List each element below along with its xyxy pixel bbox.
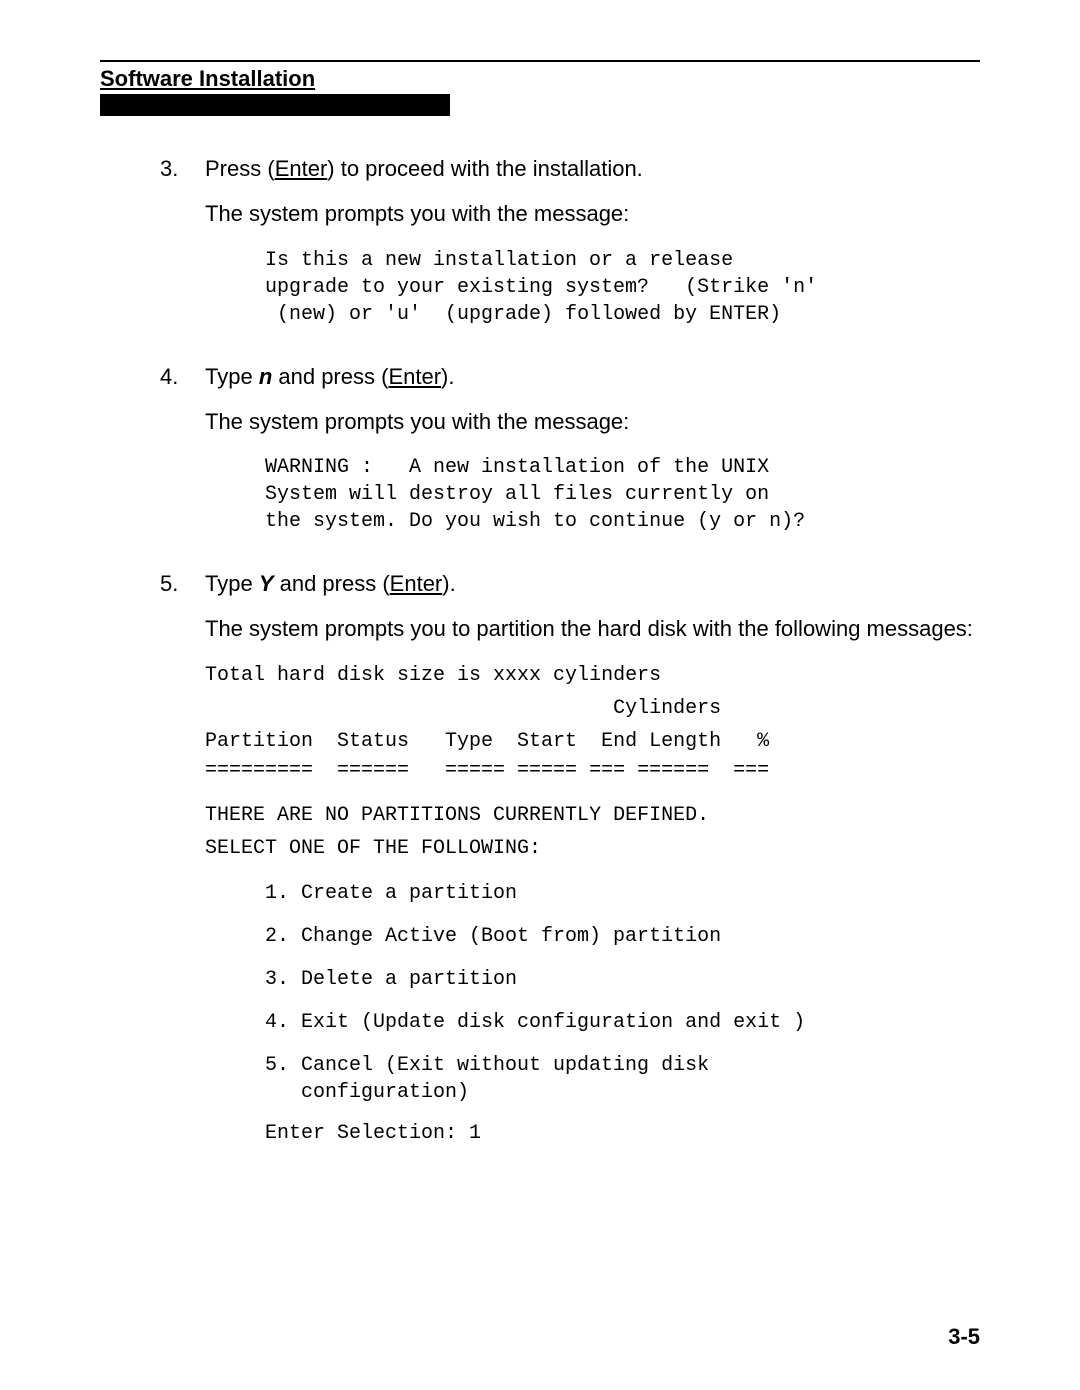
step-body: Type Y and press (Enter). The system pro… xyxy=(205,571,980,1145)
enter-key: Enter xyxy=(275,156,328,181)
no-partitions-line: THERE ARE NO PARTITIONS CURRENTLY DEFINE… xyxy=(205,802,980,829)
menu-list: 1. Create a partition 2. Change Active (… xyxy=(265,880,980,1106)
header-black-bar xyxy=(100,94,450,116)
step-5: 5. Type Y and press (Enter). The system … xyxy=(160,571,980,1145)
disk-cyl-label: Cylinders xyxy=(205,695,980,722)
step4-text-post: ). xyxy=(441,364,454,389)
page-number: 3-5 xyxy=(948,1324,980,1350)
disk-total: Total hard disk size is xxxx cylinders xyxy=(205,662,980,689)
step5-narrative: The system prompts you to partition the … xyxy=(205,615,980,644)
step3-text-pre: Press ( xyxy=(205,156,275,181)
step4-text-mid: and press ( xyxy=(272,364,388,389)
typed-char-y: Y xyxy=(259,571,274,596)
section-header: Software Installation xyxy=(100,66,980,92)
enter-key: Enter xyxy=(388,364,441,389)
step3-text-post: ) to proceed with the installation. xyxy=(327,156,643,181)
header-rule xyxy=(100,60,980,62)
menu-item-2: 2. Change Active (Boot from) partition xyxy=(265,923,980,950)
menu-item-3: 3. Delete a partition xyxy=(265,966,980,993)
enter-key: Enter xyxy=(390,571,443,596)
select-following-line: SELECT ONE OF THE FOLLOWING: xyxy=(205,835,980,862)
menu-item-1: 1. Create a partition xyxy=(265,880,980,907)
menu-item-4: 4. Exit (Update disk configuration and e… xyxy=(265,1009,980,1036)
step5-text-pre: Type xyxy=(205,571,259,596)
step-body: Press (Enter) to proceed with the instal… xyxy=(205,156,980,346)
step-body: Type n and press (Enter). The system pro… xyxy=(205,364,980,554)
step-4: 4. Type n and press (Enter). The system … xyxy=(160,364,980,554)
step4-mono: WARNING : A new installation of the UNIX… xyxy=(265,454,980,535)
step3-narrative: The system prompts you with the message: xyxy=(205,200,980,229)
partition-table-divider: ========= ====== ===== ===== === ====== … xyxy=(205,757,980,784)
enter-selection: Enter Selection: 1 xyxy=(265,1122,980,1145)
menu-item-5: 5. Cancel (Exit without updating disk co… xyxy=(265,1052,980,1106)
step3-mono: Is this a new installation or a release … xyxy=(265,247,980,328)
step-number: 5. xyxy=(160,571,205,1145)
partition-table-header: Partition Status Type Start End Length % xyxy=(205,728,980,755)
step-number: 3. xyxy=(160,156,205,346)
step-3: 3. Press (Enter) to proceed with the ins… xyxy=(160,156,980,346)
step5-text-mid: and press ( xyxy=(274,571,390,596)
typed-char-n: n xyxy=(259,364,272,389)
step4-narrative: The system prompts you with the message: xyxy=(205,408,980,437)
step5-text-post: ). xyxy=(442,571,455,596)
step4-text-pre: Type xyxy=(205,364,259,389)
steps-container: 3. Press (Enter) to proceed with the ins… xyxy=(160,156,980,1145)
step-number: 4. xyxy=(160,364,205,554)
